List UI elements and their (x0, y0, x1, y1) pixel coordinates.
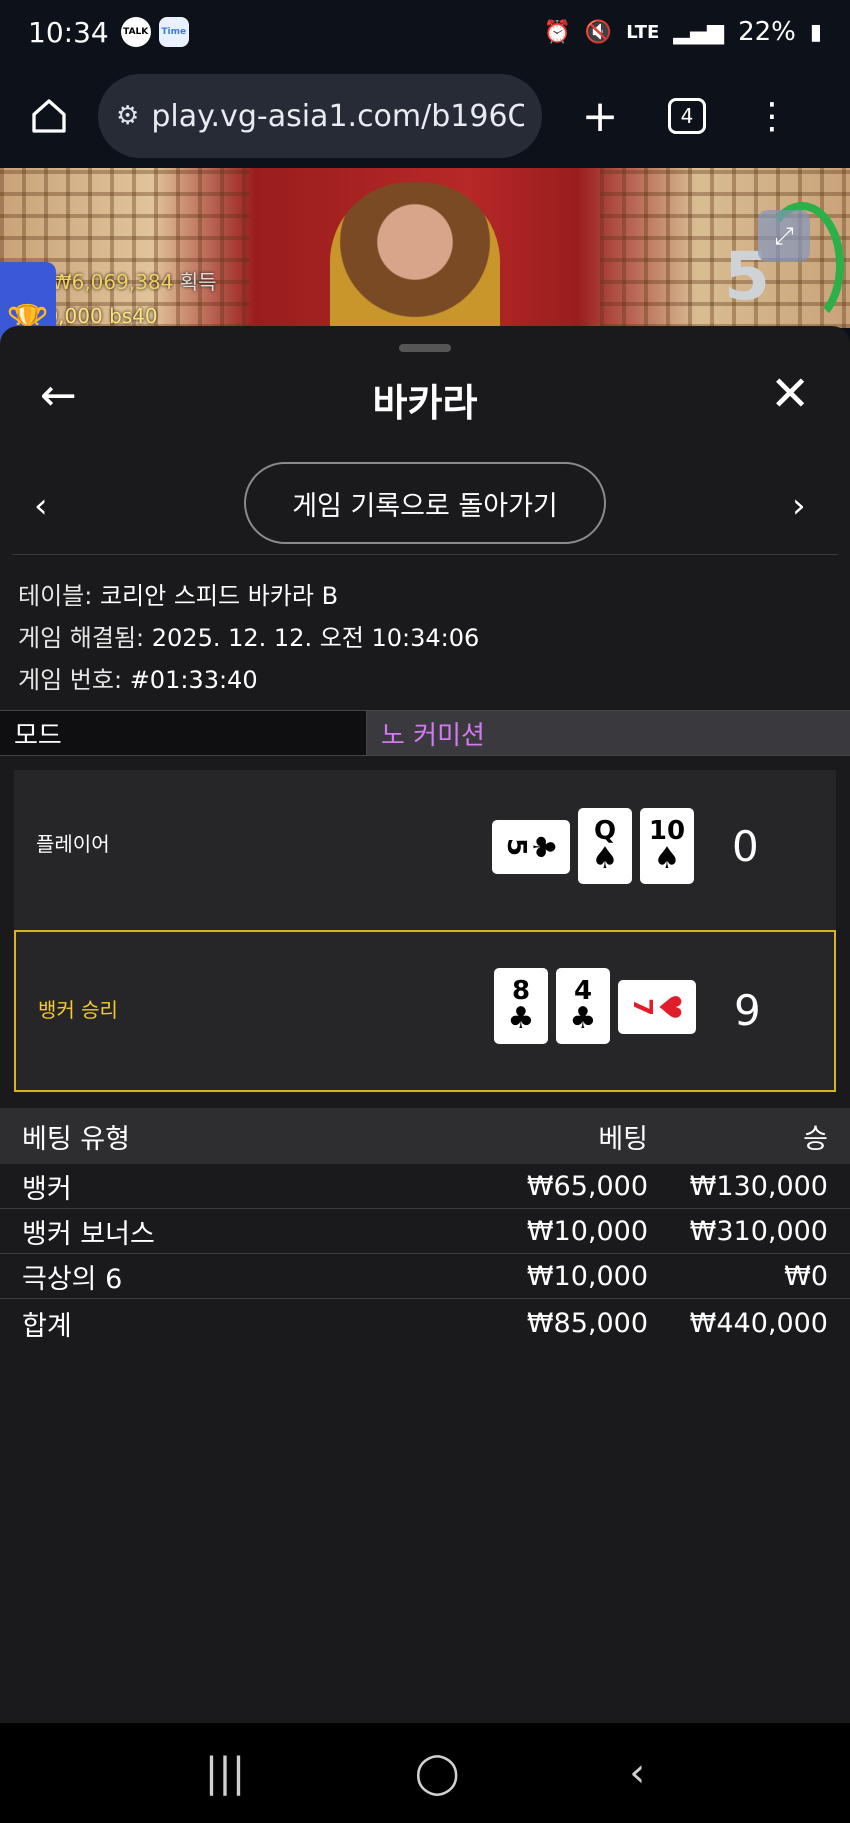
bets-table: 베팅 유형 베팅 승 뱅커 ₩65,000 ₩130,000 뱅커 보너스 ₩1… (0, 1108, 850, 1347)
total-win: ₩440,000 (689, 1307, 828, 1339)
round-label: 게임 번호: (18, 666, 123, 694)
expand-icon: ⤢ (774, 222, 794, 250)
drag-handle[interactable] (399, 344, 451, 352)
playing-card: 5 ♣ (492, 820, 570, 874)
header-win: 승 (803, 1123, 828, 1155)
resolved-value: 2025. 12. 12. 오전 10:34:06 (151, 624, 480, 652)
player-label: 플레이어 (36, 832, 110, 856)
player-hand: 플레이어 5 ♣ Q ♠ 10 ♠ 0 (14, 770, 836, 932)
new-tab-button[interactable]: + (572, 91, 628, 142)
player-score: 0 (732, 822, 759, 871)
card-suit-icon: ♥ (651, 993, 687, 1021)
total-label: 합계 (22, 1310, 72, 1342)
dealer-image (330, 182, 500, 328)
card-suit-icon: ♠ (591, 841, 619, 876)
win-ticker-suffix: 획득 (179, 270, 217, 294)
total-bet: ₩85,000 (526, 1307, 648, 1339)
status-time: 10:34 (28, 15, 109, 49)
bet-amount: ₩10,000 (526, 1215, 648, 1247)
resolved-info: 게임 해결됨: 2025. 12. 12. 오전 10:34:06 (18, 618, 479, 653)
system-nav-bar: ||| ◯ ‹ (0, 1723, 850, 1823)
home-nav-button[interactable]: ◯ (415, 1750, 460, 1796)
table-info: 테이블: 코리안 스피드 바카라 B (18, 576, 338, 611)
panel-title: 바카라 (372, 381, 478, 425)
live-video[interactable]: 21 ₩6,069,384 획득 010,000 bs40 5 (0, 168, 850, 328)
back-nav-button[interactable]: ‹ (629, 1750, 645, 1796)
divider (12, 554, 838, 555)
close-button[interactable]: ✕ (770, 366, 810, 422)
round-value: #01:33:40 (129, 666, 258, 694)
address-bar[interactable]: ⚙ play.vg-asia1.com/b196C (98, 74, 542, 158)
next-round-button[interactable]: › (792, 486, 806, 526)
table-label: 테이블: (18, 582, 93, 610)
timer-app-icon: Time (158, 17, 189, 47)
playing-card: 10 ♠ (640, 808, 694, 884)
plus-icon: + (581, 90, 619, 142)
resolved-label: 게임 해결됨: (18, 624, 145, 652)
bet-type: 뱅커 (22, 1173, 72, 1205)
bet-type: 뱅커 보너스 (22, 1218, 155, 1250)
playing-card: Q ♠ (578, 808, 632, 884)
network-label: LTE (626, 21, 660, 43)
player-cards: 5 ♣ Q ♠ 10 ♠ (492, 808, 694, 884)
bets-header: 베팅 유형 베팅 승 (0, 1108, 850, 1164)
playing-card: 7 ♥ (618, 980, 696, 1034)
win-amount: ₩130,000 (689, 1170, 828, 1202)
win-ticker-amount: ₩6,069,384 (51, 270, 174, 294)
banker-hand: 뱅커 승리 8 ♣ 4 ♣ 7 ♥ 9 (14, 930, 836, 1092)
banker-score: 9 (734, 986, 761, 1035)
expand-video-button[interactable]: ⤢ (758, 210, 810, 262)
tab-switcher-button[interactable]: 4 (668, 98, 706, 134)
table-value: 코리안 스피드 바카라 B (99, 582, 339, 610)
kakaotalk-icon: TALK (120, 17, 151, 47)
playing-card: 4 ♣ (556, 968, 610, 1044)
card-suit-icon: ♣ (507, 1001, 535, 1036)
status-bar: 10:34 TALK Time ⏰ 🔇 LTE ▂▄▆ 22% ▮ (0, 0, 850, 64)
game-history-panel: ← 바카라 ✕ ‹ 게임 기록으로 돌아가기 › 테이블: 코리안 스피드 바카… (0, 326, 850, 1723)
table-row: 뱅커 보너스 ₩10,000 ₩310,000 (0, 1209, 850, 1254)
total-row: 합계 ₩85,000 ₩440,000 (0, 1299, 850, 1347)
bet-type: 극상의 6 (22, 1263, 123, 1295)
mute-icon: 🔇 (584, 19, 613, 45)
recent-apps-button[interactable]: ||| (205, 1750, 245, 1796)
battery-percent: 22% (738, 17, 796, 47)
bet-amount: ₩10,000 (526, 1260, 648, 1292)
notification-icons: TALK Time (120, 17, 189, 47)
win-amount: ₩310,000 (689, 1215, 828, 1247)
round-info: 게임 번호: #01:33:40 (18, 660, 258, 695)
mode-row: 모드 노 커미션 (0, 710, 850, 756)
playing-card: 8 ♣ (494, 968, 548, 1044)
url-text: play.vg-asia1.com/b196C (151, 98, 524, 134)
card-suit-icon: ♣ (525, 833, 561, 861)
alarm-icon: ⏰ (543, 19, 571, 45)
close-icon: ✕ (770, 366, 811, 422)
card-suit-icon: ♠ (653, 841, 681, 876)
browser-toolbar: ⚙ play.vg-asia1.com/b196C + 4 ⋮ (0, 64, 850, 168)
banker-cards: 8 ♣ 4 ♣ 7 ♥ (494, 968, 696, 1044)
previous-round-button[interactable]: ‹ (34, 486, 48, 526)
card-suit-icon: ♣ (569, 1001, 597, 1036)
chevron-right-icon: › (792, 486, 806, 526)
win-amount: ₩0 (784, 1260, 828, 1292)
chevron-left-icon: ‹ (34, 486, 48, 526)
status-right: ⏰ 🔇 LTE ▂▄▆ 22% ▮ (543, 17, 822, 47)
header-bet: 베팅 (598, 1123, 648, 1155)
home-button[interactable] (20, 87, 78, 145)
mode-value: 노 커미션 (367, 711, 850, 755)
browser-menu-button[interactable]: ⋮ (754, 96, 790, 137)
bet-amount: ₩65,000 (526, 1170, 648, 1202)
mode-label: 모드 (0, 711, 367, 755)
battery-icon: ▮ (809, 19, 822, 45)
table-row: 극상의 6 ₩10,000 ₩0 (0, 1254, 850, 1299)
signal-icon: ▂▄▆ (673, 19, 725, 45)
more-vert-icon: ⋮ (754, 95, 790, 137)
home-icon (32, 99, 66, 133)
banker-label: 뱅커 승리 (38, 998, 118, 1022)
header-bet-type: 베팅 유형 (22, 1123, 130, 1155)
table-row: 뱅커 ₩65,000 ₩130,000 (0, 1164, 850, 1209)
back-to-history-button[interactable]: 게임 기록으로 돌아가기 (244, 462, 606, 544)
tune-icon[interactable]: ⚙ (116, 101, 139, 131)
